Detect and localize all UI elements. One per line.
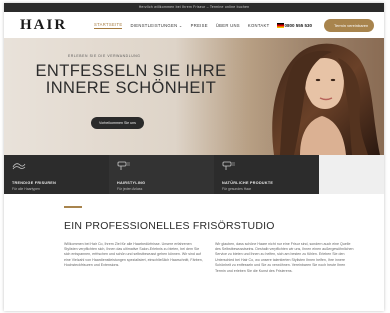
hero-tagline: ERLEBEN SIE DIE VERWANDLUNG [68, 54, 141, 58]
feature-natuerliche-produkte: NATÜRLICHE PRODUKTE Für gesundes Haar [214, 155, 320, 194]
feature-title: NATÜRLICHE PRODUKTE [222, 181, 274, 185]
hairdryer-icon [222, 161, 236, 170]
hero-headline: ENTFESSELN SIE IHRE INNERE SCHÖNHEIT [16, 63, 246, 97]
hero-cta-button[interactable]: Vorbeikommen Sie uns [91, 117, 144, 129]
announcement-bar: Herzlich willkommen bei Ihrem Friseur – … [4, 3, 384, 12]
hero-headline-line1: ENTFESSELN SIE IHRE [35, 62, 227, 80]
feature-subtitle: Für jeden Anlass [117, 187, 143, 191]
intro-section: EIN PROFESSIONELLES FRISÖRSTUDIO Willkom… [4, 194, 384, 274]
feature-hairstyling: HAIRSTYLING Für jeden Anlass [109, 155, 215, 194]
browser-page: Herzlich willkommen bei Ihrem Friseur – … [4, 3, 384, 311]
german-flag-icon[interactable] [277, 22, 285, 28]
intro-paragraph-2: Wir glauben, dass schöne Haare nicht nur… [215, 241, 354, 273]
hair-icon [12, 163, 26, 170]
nav-dienstleistungen[interactable]: DIENSTLEISTUNGEN ⌄ [130, 23, 182, 28]
nav-kontakt[interactable]: KONTAKT [248, 23, 270, 28]
hero-headline-line2: INNERE SCHÖNHEIT [45, 79, 217, 97]
site-header: HAIR STARTSEITE DIENSTLEISTUNGEN ⌄ PREIS… [4, 12, 384, 38]
features-filler [319, 155, 384, 194]
feature-subtitle: Für alle Haartypen [12, 187, 40, 191]
intro-heading: EIN PROFESSIONELLES FRISÖRSTUDIO [64, 219, 275, 232]
nav-preise[interactable]: PREISE [191, 23, 208, 28]
phone-number[interactable]: 0800 555 530 [284, 23, 312, 28]
nav-ueber-uns[interactable]: ÜBER UNS [216, 23, 240, 28]
feature-title: TRENDIGE FRISUREN [12, 181, 57, 185]
hero-model-image [234, 38, 384, 155]
intro-paragraph-1: Willkommen bei Hair Co, Ihrem Ziel für a… [64, 241, 203, 268]
site-logo[interactable]: HAIR [20, 17, 94, 34]
feature-trendige-frisuren: TRENDIGE FRISUREN Für alle Haartypen [4, 155, 110, 194]
feature-title: HAIRSTYLING [117, 181, 146, 185]
main-nav: STARTSEITE DIENSTLEISTUNGEN ⌄ PREISE ÜBE… [94, 22, 285, 29]
feature-subtitle: Für gesundes Haar [222, 187, 252, 191]
book-appointment-button[interactable]: Termin vereinbaren [324, 18, 374, 32]
features-strip: TRENDIGE FRISUREN Für alle Haartypen HAI… [4, 155, 384, 194]
nav-startseite[interactable]: STARTSEITE [94, 22, 123, 29]
hairdryer-icon [117, 161, 131, 170]
intro-columns: Willkommen bei Hair Co, Ihrem Ziel für a… [64, 242, 354, 274]
hero-section: ERLEBEN SIE DIE VERWANDLUNG ENTFESSELN S… [4, 38, 384, 155]
accent-divider [64, 206, 82, 208]
